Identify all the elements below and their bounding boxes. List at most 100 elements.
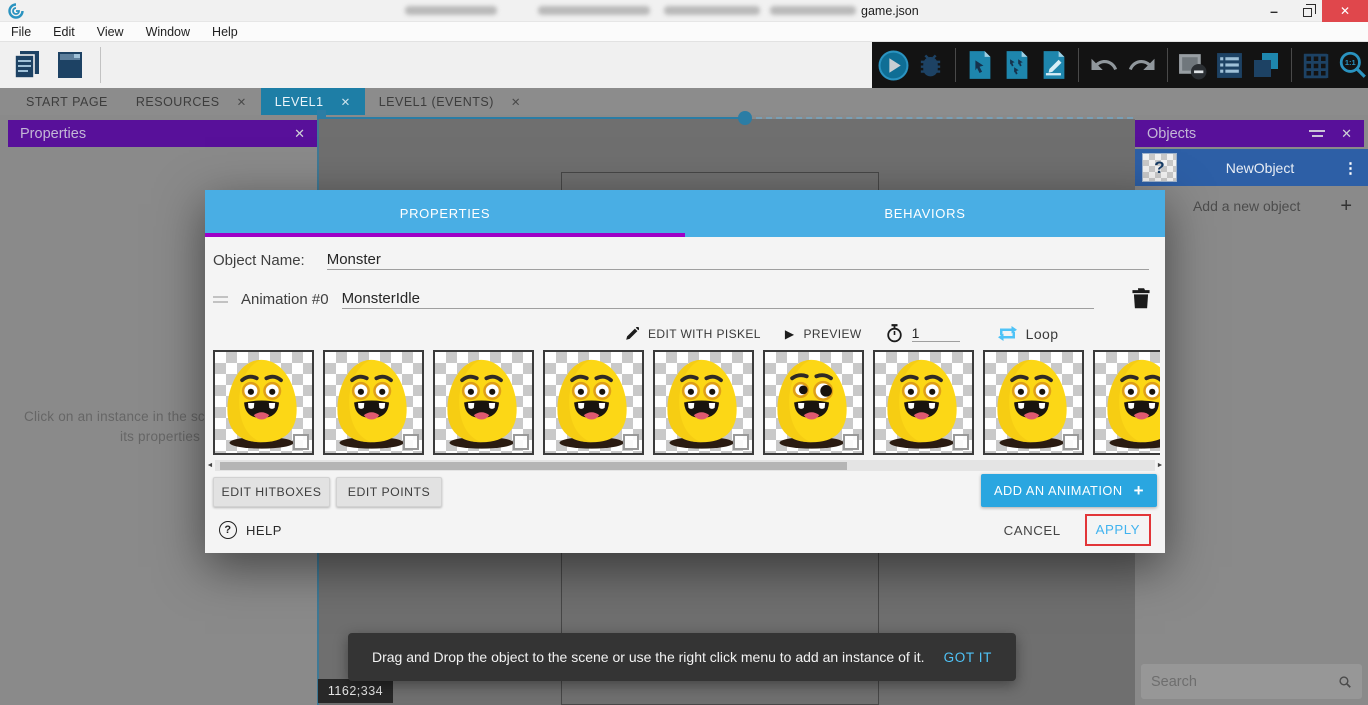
redo-icon[interactable] [1126, 48, 1158, 82]
animation-frame[interactable] [873, 350, 974, 455]
frames-scrollbar: ◄ ► [205, 459, 1165, 472]
dialog-tab-properties[interactable]: PROPERTIES [205, 190, 685, 237]
frame-checkbox[interactable] [843, 434, 859, 450]
active-tab-indicator [205, 233, 685, 237]
dialog-footer: ? HELP CANCEL APPLY [205, 512, 1165, 548]
restore-button[interactable] [1292, 0, 1322, 22]
delete-instances-icon[interactable] [1177, 48, 1208, 82]
got-it-button[interactable]: GOT IT [944, 650, 992, 665]
editor-tab[interactable]: LEVEL1 (EVENTS) ✕ [365, 88, 535, 115]
animation-frame[interactable] [983, 350, 1084, 455]
search-icon [1338, 672, 1352, 692]
frame-checkbox[interactable] [733, 434, 749, 450]
menu-item[interactable]: Edit [42, 22, 86, 41]
frame-checkbox[interactable] [403, 434, 419, 450]
add-object-icon[interactable] [965, 48, 996, 82]
tab-close-icon[interactable]: ✕ [237, 95, 247, 109]
preview-button[interactable]: PREVIEW [804, 327, 862, 341]
object-name-input[interactable] [327, 250, 1149, 270]
plus-icon[interactable]: + [1340, 195, 1352, 218]
close-button[interactable]: ✕ [1322, 0, 1368, 22]
scroll-right-icon[interactable]: ► [1155, 459, 1165, 472]
animation-frame[interactable] [653, 350, 754, 455]
redacted-title-segment [538, 6, 650, 15]
tab-label: LEVEL1 [275, 95, 324, 109]
restore-icon [1303, 8, 1312, 17]
edit-with-piskel-button[interactable]: EDIT WITH PISKEL [648, 327, 761, 341]
cursor-coordinates: 1162;334 [318, 679, 393, 703]
apply-button[interactable]: APPLY [1096, 522, 1140, 537]
animation-name-input[interactable] [342, 289, 1094, 309]
objects-panel-title: Objects [1147, 126, 1196, 142]
tab-label: LEVEL1 (EVENTS) [379, 95, 494, 109]
tab-close-icon[interactable]: ✕ [341, 95, 351, 109]
delete-animation-icon[interactable] [1131, 287, 1151, 309]
scene-resize-handle[interactable] [738, 111, 752, 125]
instances-list-icon[interactable] [1214, 48, 1245, 82]
drag-handle-icon[interactable] [213, 296, 228, 303]
project-manager-icon[interactable] [10, 48, 43, 82]
redacted-title-segment [770, 6, 856, 15]
editor-tab[interactable]: RESOURCES ✕ [122, 88, 261, 115]
frame-checkbox[interactable] [1063, 434, 1079, 450]
loop-icon[interactable] [998, 326, 1017, 341]
menu-item[interactable]: Window [135, 22, 201, 41]
debug-icon[interactable] [915, 48, 946, 82]
redacted-title-segment [664, 6, 760, 15]
animation-action-row: EDIT WITH PISKEL ▶ PREVIEW Loop [625, 320, 1058, 347]
zoom-1-1-icon[interactable]: 1:1 [1337, 48, 1368, 82]
play-icon[interactable] [878, 48, 909, 82]
object-list-item[interactable]: ? NewObject ⋮ [1135, 149, 1368, 186]
svg-text:1:1: 1:1 [1345, 58, 1356, 67]
frame-checkbox[interactable] [623, 434, 639, 450]
animation-frame[interactable] [543, 350, 644, 455]
tab-close-icon[interactable]: ✕ [511, 95, 521, 109]
monster-sprite [1095, 352, 1160, 453]
editor-tab[interactable]: START PAGE ✕ [12, 88, 122, 115]
animation-frame[interactable] [763, 350, 864, 455]
object-name-label: NewObject [1177, 160, 1343, 176]
start-page-icon[interactable] [53, 48, 86, 82]
grid-icon[interactable] [1300, 48, 1331, 82]
frame-checkbox[interactable] [293, 434, 309, 450]
edit-points-button[interactable]: EDIT POINTS [336, 477, 442, 507]
layers-icon[interactable] [1251, 48, 1282, 82]
add-group-icon[interactable] [1002, 48, 1033, 82]
minimize-button[interactable]: – [1256, 0, 1292, 22]
scrollbar-thumb[interactable] [220, 462, 847, 470]
properties-panel-title: Properties [20, 126, 86, 142]
object-menu-icon[interactable]: ⋮ [1343, 159, 1358, 177]
dialog-tab-behaviors[interactable]: BEHAVIORS [685, 190, 1165, 237]
animation-frame[interactable] [1093, 350, 1160, 455]
edit-hitboxes-button[interactable]: EDIT HITBOXES [213, 477, 330, 507]
toolbar-divider [1167, 48, 1168, 82]
object-search-box[interactable] [1141, 664, 1362, 699]
object-name-row: Object Name: [213, 250, 1157, 270]
filter-icon[interactable] [1309, 130, 1325, 137]
add-animation-button[interactable]: ADD AN ANIMATION + [981, 474, 1157, 507]
undo-icon[interactable] [1088, 48, 1120, 82]
search-input[interactable] [1151, 674, 1338, 690]
animation-frame[interactable] [433, 350, 534, 455]
editor-tab-bar: START PAGE ✕ RESOURCES ✕ LEVEL1 ✕ LEVEL1… [0, 88, 1368, 115]
scroll-left-icon[interactable]: ◄ [205, 459, 215, 472]
close-icon[interactable]: ✕ [294, 126, 305, 142]
editor-tab[interactable]: LEVEL1 ✕ [261, 88, 365, 115]
frame-checkbox[interactable] [953, 434, 969, 450]
menu-item[interactable]: Help [201, 22, 249, 41]
animation-frame[interactable] [323, 350, 424, 455]
frame-checkbox[interactable] [513, 434, 529, 450]
close-icon[interactable]: ✕ [1341, 126, 1352, 142]
help-button[interactable]: ? HELP [219, 521, 282, 539]
menu-item[interactable]: View [86, 22, 135, 41]
gdevelop-logo-icon [8, 3, 24, 19]
loop-toggle-label[interactable]: Loop [1026, 326, 1059, 342]
add-object-row[interactable]: Add a new object + [1135, 190, 1368, 222]
scrollbar-track[interactable] [215, 460, 1155, 471]
time-between-frames-input[interactable] [912, 325, 960, 342]
animation-frame[interactable] [213, 350, 314, 455]
tab-label: RESOURCES [136, 95, 220, 109]
edit-scene-icon[interactable] [1038, 48, 1069, 82]
cancel-button[interactable]: CANCEL [1004, 523, 1061, 538]
menu-item[interactable]: File [0, 22, 42, 41]
